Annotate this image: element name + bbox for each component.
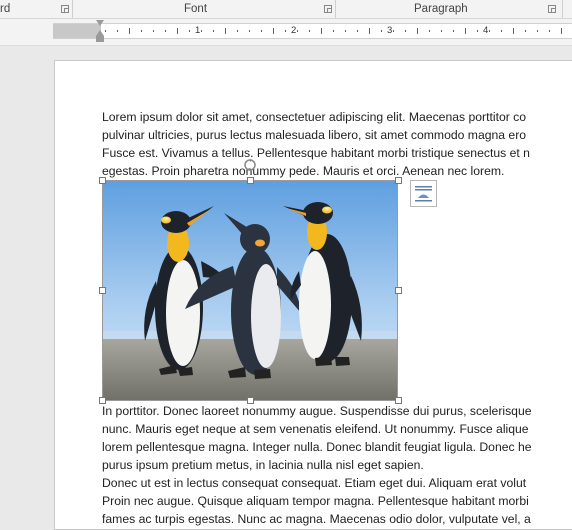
ruler-tick xyxy=(357,30,358,32)
ruler-tick xyxy=(477,30,478,32)
resize-handle-middle-right[interactable] xyxy=(395,287,402,294)
ruler-tick xyxy=(501,30,502,32)
ruler-tick xyxy=(285,30,286,32)
ruler-tick xyxy=(549,30,550,32)
paragraph-line[interactable]: Donec ut est in lectus consequat consequ… xyxy=(102,474,526,492)
ruler-tick xyxy=(225,28,226,34)
rotate-handle-icon[interactable] xyxy=(242,157,258,173)
ruler-tick xyxy=(261,30,262,32)
ruler-tick xyxy=(249,30,250,32)
ribbon-group-paragraph-label: Paragraph xyxy=(414,3,468,15)
ruler-tick xyxy=(237,30,238,32)
resize-handle-top-right[interactable] xyxy=(395,177,402,184)
resize-handle-top-left[interactable] xyxy=(99,177,106,184)
ruler-tick xyxy=(141,30,142,32)
ruler-tick xyxy=(393,30,394,32)
ruler-tick xyxy=(441,30,442,32)
ribbon-group-font-label: Font xyxy=(184,3,208,15)
paragraph-line[interactable]: nunc. Mauris eget neque at sem venenatis… xyxy=(102,420,529,438)
ruler-left-margin xyxy=(53,24,101,38)
ruler-tick xyxy=(489,30,490,32)
ribbon-group-separator xyxy=(72,0,73,18)
paragraph-line[interactable]: pulvinar ultricies, purus lectus malesua… xyxy=(102,126,526,144)
ruler-tick xyxy=(213,30,214,32)
first-line-indent-marker[interactable] xyxy=(96,20,104,26)
ruler-tick xyxy=(525,30,526,32)
penguins-image[interactable] xyxy=(102,180,398,401)
ribbon-group-clipboard-label: rd xyxy=(0,3,11,15)
left-indent-marker[interactable] xyxy=(96,36,104,42)
penguins-picture xyxy=(103,181,397,400)
ruler-tick xyxy=(453,30,454,32)
ruler-tick xyxy=(201,30,202,32)
ruler-bar: 1 2 3 4 xyxy=(0,19,572,46)
ruler-tick xyxy=(309,30,310,32)
ruler-tick xyxy=(297,30,298,32)
layout-options-button[interactable] xyxy=(410,180,437,207)
ruler-tick xyxy=(177,28,178,34)
document-page[interactable]: Lorem ipsum dolor sit amet, consectetuer… xyxy=(54,60,572,530)
paragraph-line[interactable]: fames ac turpis egestas. Nunc ac magna. … xyxy=(102,510,531,528)
paragraph-dialog-launcher-icon[interactable] xyxy=(548,5,556,13)
ruler-tick xyxy=(129,28,130,34)
ruler-tick xyxy=(561,28,562,34)
ruler-number: 1 xyxy=(195,25,201,36)
ruler-tick xyxy=(345,30,346,32)
font-dialog-launcher-icon[interactable] xyxy=(324,5,332,13)
clipboard-dialog-launcher-icon[interactable] xyxy=(61,5,69,13)
layout-options-icon xyxy=(415,186,432,202)
ruler-number: 3 xyxy=(387,25,393,36)
paragraph-line[interactable]: egestas. Proin pharetra nonummy pede. Ma… xyxy=(102,162,504,180)
paragraph-line[interactable]: lorem pellentesque magna. Integer nulla.… xyxy=(102,438,532,456)
ruler-tick xyxy=(189,30,190,32)
resize-handle-middle-left[interactable] xyxy=(99,287,106,294)
ruler-tick xyxy=(105,30,106,32)
ruler-tick xyxy=(405,30,406,32)
ruler-number: 4 xyxy=(483,25,489,36)
ruler-tick xyxy=(429,30,430,32)
ruler-tick xyxy=(117,30,118,32)
horizontal-ruler[interactable]: 1 2 3 4 xyxy=(53,23,572,39)
ribbon-group-separator xyxy=(335,0,336,18)
ruler-tick xyxy=(537,30,538,32)
paragraph-line[interactable]: Proin nec augue. Quisque aliquam tempor … xyxy=(102,492,529,510)
ribbon-group-bar: rd Font Paragraph xyxy=(0,0,572,19)
document-workspace: Lorem ipsum dolor sit amet, consectetuer… xyxy=(0,46,572,530)
ruler-tick xyxy=(465,28,466,34)
paragraph-line[interactable]: Fusce est. Vivamus a tellus. Pellentesqu… xyxy=(102,144,530,162)
ruler-number: 2 xyxy=(291,25,297,36)
ruler-tick xyxy=(417,28,418,34)
resize-handle-top-middle[interactable] xyxy=(247,177,254,184)
ruler-tick xyxy=(333,30,334,32)
ribbon-group-separator xyxy=(562,0,563,18)
paragraph-line[interactable]: In porttitor. Donec laoreet nonummy augu… xyxy=(102,402,532,420)
ruler-tick xyxy=(165,30,166,32)
ruler-tick xyxy=(273,28,274,34)
ruler-tick xyxy=(321,28,322,34)
ruler-tick xyxy=(513,28,514,34)
paragraph-line[interactable]: purus ipsum pretium metus, in lacinia nu… xyxy=(102,456,424,474)
ruler-tick xyxy=(153,30,154,32)
ruler-tick xyxy=(369,28,370,34)
paragraph-line[interactable]: Lorem ipsum dolor sit amet, consectetuer… xyxy=(102,108,526,126)
ruler-tick xyxy=(381,30,382,32)
